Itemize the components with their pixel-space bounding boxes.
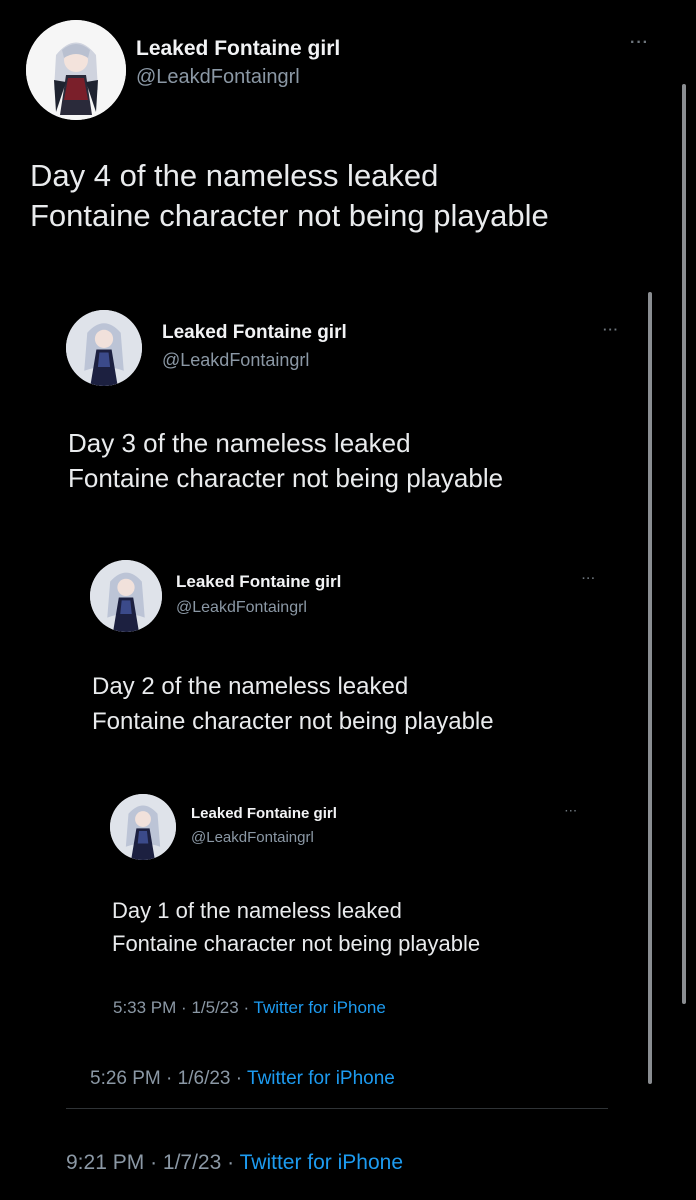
anime-character-avatar-icon	[26, 20, 126, 120]
tweet-source-link[interactable]: Twitter for iPhone	[247, 1068, 395, 1089]
author-name[interactable]: Leaked Fontaine girl	[136, 37, 340, 61]
tweet-meta: 5:26 PM · 1/6/23 · Twitter for iPhone	[90, 1068, 395, 1090]
tweet-time[interactable]: 5:33 PM	[113, 998, 176, 1017]
tweet-text: Day 4 of the nameless leaked Fontaine ch…	[30, 156, 549, 237]
author-name[interactable]: Leaked Fontaine girl	[191, 805, 337, 822]
tweet-time[interactable]: 5:26 PM	[90, 1068, 161, 1089]
tweet-text: Day 1 of the nameless leaked Fontaine ch…	[112, 894, 480, 960]
scrollbar[interactable]	[648, 292, 652, 1084]
tweet-meta: 5:33 PM · 1/5/23 · Twitter for iPhone	[113, 998, 386, 1018]
tweet-meta: 9:21 PM · 1/7/23 · Twitter for iPhone	[66, 1151, 403, 1175]
tweet-text-line: Fontaine character not being playable	[92, 707, 494, 735]
divider	[66, 1108, 608, 1109]
tweet-text: Day 2 of the nameless leaked Fontaine ch…	[92, 670, 494, 740]
meta-separator: ·	[166, 1068, 173, 1089]
more-options-icon[interactable]: ···	[630, 34, 649, 52]
tweet-text-line: Day 2 of the nameless leaked	[92, 673, 409, 700]
anime-character-avatar-icon	[66, 310, 142, 386]
author-handle[interactable]: @LeakdFontaingrl	[136, 66, 300, 89]
author-name[interactable]: Leaked Fontaine girl	[176, 572, 341, 592]
author-handle[interactable]: @LeakdFontaingrl	[176, 599, 307, 617]
meta-separator: ·	[235, 1068, 243, 1089]
meta-separator: ·	[243, 998, 250, 1017]
tweet-time[interactable]: 9:21 PM	[66, 1151, 144, 1174]
more-options-icon[interactable]: ···	[582, 573, 596, 585]
more-options-icon[interactable]: ···	[565, 806, 578, 817]
anime-character-avatar-icon	[110, 794, 176, 860]
meta-separator: ·	[227, 1151, 235, 1174]
avatar[interactable]	[66, 310, 142, 386]
tweet-text-line: Fontaine character not being playable	[112, 931, 481, 956]
tweet-text-line: Fontaine character not being playable	[68, 463, 504, 494]
tweet-text-line: Day 4 of the nameless leaked	[30, 158, 439, 193]
avatar[interactable]	[26, 20, 126, 120]
more-options-icon[interactable]: ···	[603, 322, 619, 337]
scrollbar[interactable]	[682, 84, 686, 1004]
author-handle[interactable]: @LeakdFontaingrl	[191, 829, 314, 846]
tweet-date[interactable]: 1/7/23	[163, 1151, 221, 1174]
tweet-source-link[interactable]: Twitter for iPhone	[254, 998, 386, 1017]
meta-separator: ·	[181, 998, 187, 1017]
anime-character-avatar-icon	[90, 560, 162, 632]
tweet-text-line: Day 3 of the nameless leaked	[68, 428, 411, 458]
author-name[interactable]: Leaked Fontaine girl	[162, 322, 347, 344]
tweet-source-link[interactable]: Twitter for iPhone	[240, 1151, 403, 1174]
tweet-date[interactable]: 1/6/23	[178, 1068, 231, 1089]
author-handle[interactable]: @LeakdFontaingrl	[162, 350, 309, 371]
meta-separator: ·	[150, 1151, 158, 1174]
avatar[interactable]	[110, 794, 176, 860]
tweet-text-line: Day 1 of the nameless leaked	[112, 898, 402, 923]
tweet-text: Day 3 of the nameless leaked Fontaine ch…	[68, 426, 503, 496]
avatar[interactable]	[90, 560, 162, 632]
tweet-text-line: Fontaine character not being playable	[30, 198, 549, 234]
tweet-date[interactable]: 1/5/23	[191, 998, 238, 1017]
